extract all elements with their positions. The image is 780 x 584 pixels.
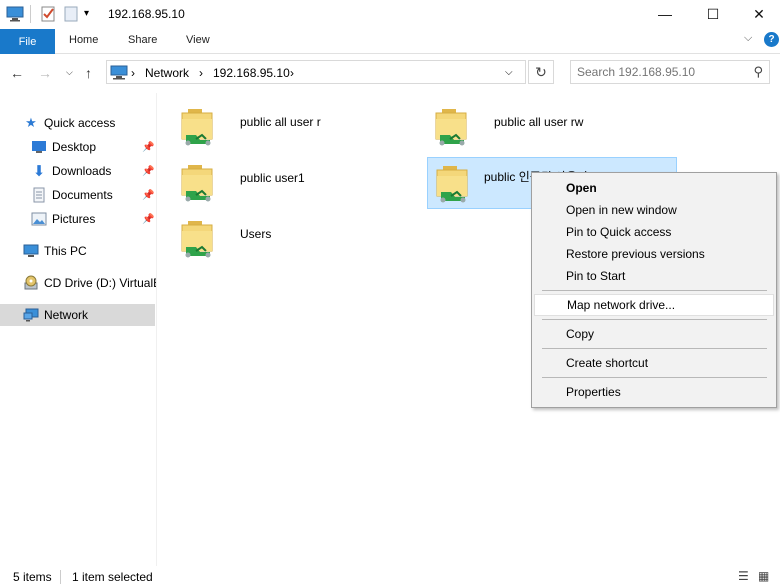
breadcrumb-chevron-icon[interactable]: › xyxy=(290,66,294,80)
window-title: 192.168.95.10 xyxy=(108,7,185,21)
tab-file[interactable]: File xyxy=(0,29,55,54)
details-view-icon[interactable]: ☰ xyxy=(738,569,749,583)
menu-item-pin-quick-access[interactable]: Pin to Quick access xyxy=(534,221,774,243)
minimize-button[interactable]: — xyxy=(642,0,688,28)
item-count: 5 items xyxy=(13,570,52,584)
pin-icon[interactable]: 📌 xyxy=(142,166,154,177)
refresh-icon: ↻ xyxy=(535,63,547,80)
cd-drive-icon xyxy=(23,275,39,291)
sidebar-item-label: Documents xyxy=(52,188,113,202)
context-menu: Open Open in new window Pin to Quick acc… xyxy=(531,172,777,408)
menu-item-restore-versions[interactable]: Restore previous versions xyxy=(534,243,774,265)
tab-home[interactable]: Home xyxy=(69,34,98,46)
sidebar-item-label: Network xyxy=(44,308,89,322)
share-label: Users xyxy=(240,227,272,241)
share-label: public all user r xyxy=(240,115,321,129)
up-arrow-icon[interactable]: ↑ xyxy=(85,65,92,81)
address-bar[interactable]: › Network › 192.168.95.10 › ⌵ xyxy=(106,60,526,84)
search-input[interactable] xyxy=(577,65,737,79)
shared-folder-icon xyxy=(432,105,472,149)
sidebar-item-label: Desktop xyxy=(52,140,97,154)
download-icon: ⬇ xyxy=(32,163,46,180)
new-folder-icon[interactable] xyxy=(64,6,78,25)
divider xyxy=(30,5,31,23)
forward-arrow-icon[interactable]: → xyxy=(38,65,52,81)
expand-ribbon-icon[interactable]: ⌵ xyxy=(744,32,752,45)
sidebar-item-label: Pictures xyxy=(52,212,96,226)
share-tile[interactable]: Users xyxy=(170,211,420,263)
refresh-button[interactable]: ↻ xyxy=(528,60,554,84)
search-box[interactable]: ⚲ xyxy=(570,60,770,84)
sidebar-item-cd-drive[interactable]: CD Drive (D:) VirtualB xyxy=(0,272,156,294)
sidebar-item-quick-access[interactable]: ★ Quick access xyxy=(0,112,155,134)
sidebar-item-network[interactable]: Network xyxy=(0,304,155,326)
large-icons-view-icon[interactable]: ▦ xyxy=(758,569,769,583)
pin-icon[interactable]: 📌 xyxy=(142,214,154,225)
status-bar: 5 items 1 item selected ☰ ▦ xyxy=(0,566,780,584)
share-tile[interactable]: public all user r xyxy=(170,99,420,151)
pin-icon[interactable]: 📌 xyxy=(142,142,154,153)
desktop-icon xyxy=(31,139,47,155)
recent-locations-icon[interactable]: ⌵ xyxy=(66,67,73,78)
computer-icon xyxy=(23,243,39,259)
menu-item-properties[interactable]: Properties xyxy=(534,381,774,403)
sidebar-item-label: This PC xyxy=(44,244,87,258)
menu-separator xyxy=(542,290,767,291)
sidebar-item-label: Quick access xyxy=(44,116,116,130)
breadcrumb-chevron-icon[interactable]: › xyxy=(199,66,203,80)
computer-icon xyxy=(6,6,24,25)
address-dropdown-icon[interactable]: ⌵ xyxy=(505,67,513,78)
menu-separator xyxy=(542,348,767,349)
share-label: public user1 xyxy=(240,171,305,185)
sidebar-item-label: Downloads xyxy=(52,164,112,178)
breadcrumb-chevron-icon[interactable]: › xyxy=(131,66,135,80)
help-button[interactable]: ? xyxy=(764,32,779,47)
sidebar-item-label: CD Drive (D:) VirtualB xyxy=(44,276,156,290)
selection-count: 1 item selected xyxy=(72,570,153,584)
shared-folder-icon xyxy=(178,105,218,149)
share-label: public all user rw xyxy=(494,115,584,129)
tab-share[interactable]: Share xyxy=(128,34,157,46)
title-bar: ▾ 192.168.95.10 — ☐ ✕ xyxy=(0,0,780,28)
menu-item-map-network-drive[interactable]: Map network drive... xyxy=(534,294,774,316)
maximize-button[interactable]: ☐ xyxy=(690,0,736,28)
star-icon: ★ xyxy=(25,115,37,130)
menu-item-pin-start[interactable]: Pin to Start xyxy=(534,265,774,287)
network-icon xyxy=(110,65,128,83)
menu-item-create-shortcut[interactable]: Create shortcut xyxy=(534,352,774,374)
shared-folder-icon xyxy=(178,217,218,261)
customize-toolbar-icon[interactable]: ▾ xyxy=(84,8,89,19)
sidebar-item-this-pc[interactable]: This PC xyxy=(0,240,155,262)
share-tile[interactable]: public all user rw xyxy=(424,99,674,151)
share-tile[interactable]: public user1 xyxy=(170,155,420,207)
navigation-pane: ★ Quick access Desktop 📌 ⬇ Downloads 📌 D… xyxy=(0,93,157,566)
close-button[interactable]: ✕ xyxy=(736,0,780,28)
search-icon[interactable]: ⚲ xyxy=(753,64,763,80)
menu-item-copy[interactable]: Copy xyxy=(534,323,774,345)
ribbon: File Home Share View ⌵ ? xyxy=(0,28,780,54)
tab-view[interactable]: View xyxy=(186,34,210,46)
breadcrumb-network[interactable]: Network xyxy=(145,66,189,80)
menu-item-open-new-window[interactable]: Open in new window xyxy=(534,199,774,221)
sidebar-item-desktop[interactable]: Desktop 📌 xyxy=(0,136,155,158)
back-arrow-icon[interactable]: ← xyxy=(10,65,24,81)
menu-item-open[interactable]: Open xyxy=(534,177,774,199)
pin-icon[interactable]: 📌 xyxy=(142,190,154,201)
menu-separator xyxy=(542,377,767,378)
breadcrumb-host[interactable]: 192.168.95.10 xyxy=(213,66,290,80)
documents-icon xyxy=(31,187,47,203)
shared-folder-icon xyxy=(433,162,473,206)
pictures-icon xyxy=(31,211,47,227)
menu-separator xyxy=(542,319,767,320)
shared-folder-icon xyxy=(178,161,218,205)
network-icon xyxy=(23,307,39,323)
sidebar-item-downloads[interactable]: ⬇ Downloads 📌 xyxy=(0,160,155,182)
sidebar-item-pictures[interactable]: Pictures 📌 xyxy=(0,208,155,230)
sidebar-item-documents[interactable]: Documents 📌 xyxy=(0,184,155,206)
address-row: ← → ⌵ ↑ › Network › 192.168.95.10 › ⌵ ↻ … xyxy=(0,55,780,93)
properties-icon[interactable] xyxy=(40,6,56,25)
status-divider xyxy=(60,570,61,584)
